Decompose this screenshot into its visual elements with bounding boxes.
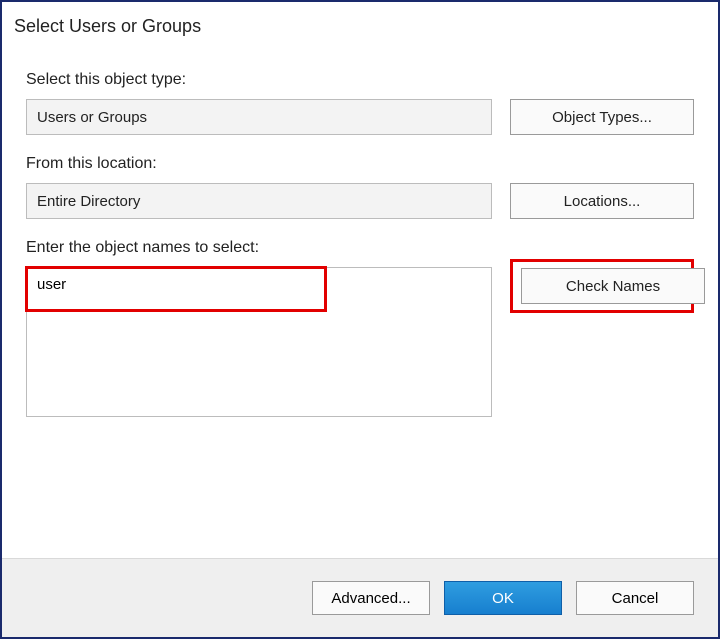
object-type-label: Select this object type: <box>26 71 694 89</box>
object-type-value: Users or Groups <box>37 109 147 126</box>
object-type-row: Users or Groups Object Types... <box>26 99 694 135</box>
object-names-label: Enter the object names to select: <box>26 239 694 257</box>
location-label: From this location: <box>26 155 694 173</box>
object-names-row: Check Names <box>26 267 694 417</box>
ok-button[interactable]: OK <box>444 581 562 615</box>
object-names-input[interactable] <box>27 268 491 416</box>
dialog-title: Select Users or Groups <box>2 2 718 45</box>
dialog-content: Select this object type: Users or Groups… <box>2 45 718 558</box>
locations-button[interactable]: Locations... <box>510 183 694 219</box>
select-users-dialog: Select Users or Groups Select this objec… <box>0 0 720 639</box>
cancel-button[interactable]: Cancel <box>576 581 694 615</box>
highlight-button-icon: Check Names <box>510 259 694 313</box>
object-type-field[interactable]: Users or Groups <box>26 99 492 135</box>
advanced-button[interactable]: Advanced... <box>312 581 430 615</box>
object-types-button[interactable]: Object Types... <box>510 99 694 135</box>
location-value: Entire Directory <box>37 193 140 210</box>
check-names-col: Check Names <box>510 267 694 313</box>
location-field[interactable]: Entire Directory <box>26 183 492 219</box>
dialog-footer: Advanced... OK Cancel <box>2 558 718 637</box>
object-names-wrap <box>26 267 492 417</box>
check-names-button[interactable]: Check Names <box>521 268 705 304</box>
location-row: Entire Directory Locations... <box>26 183 694 219</box>
